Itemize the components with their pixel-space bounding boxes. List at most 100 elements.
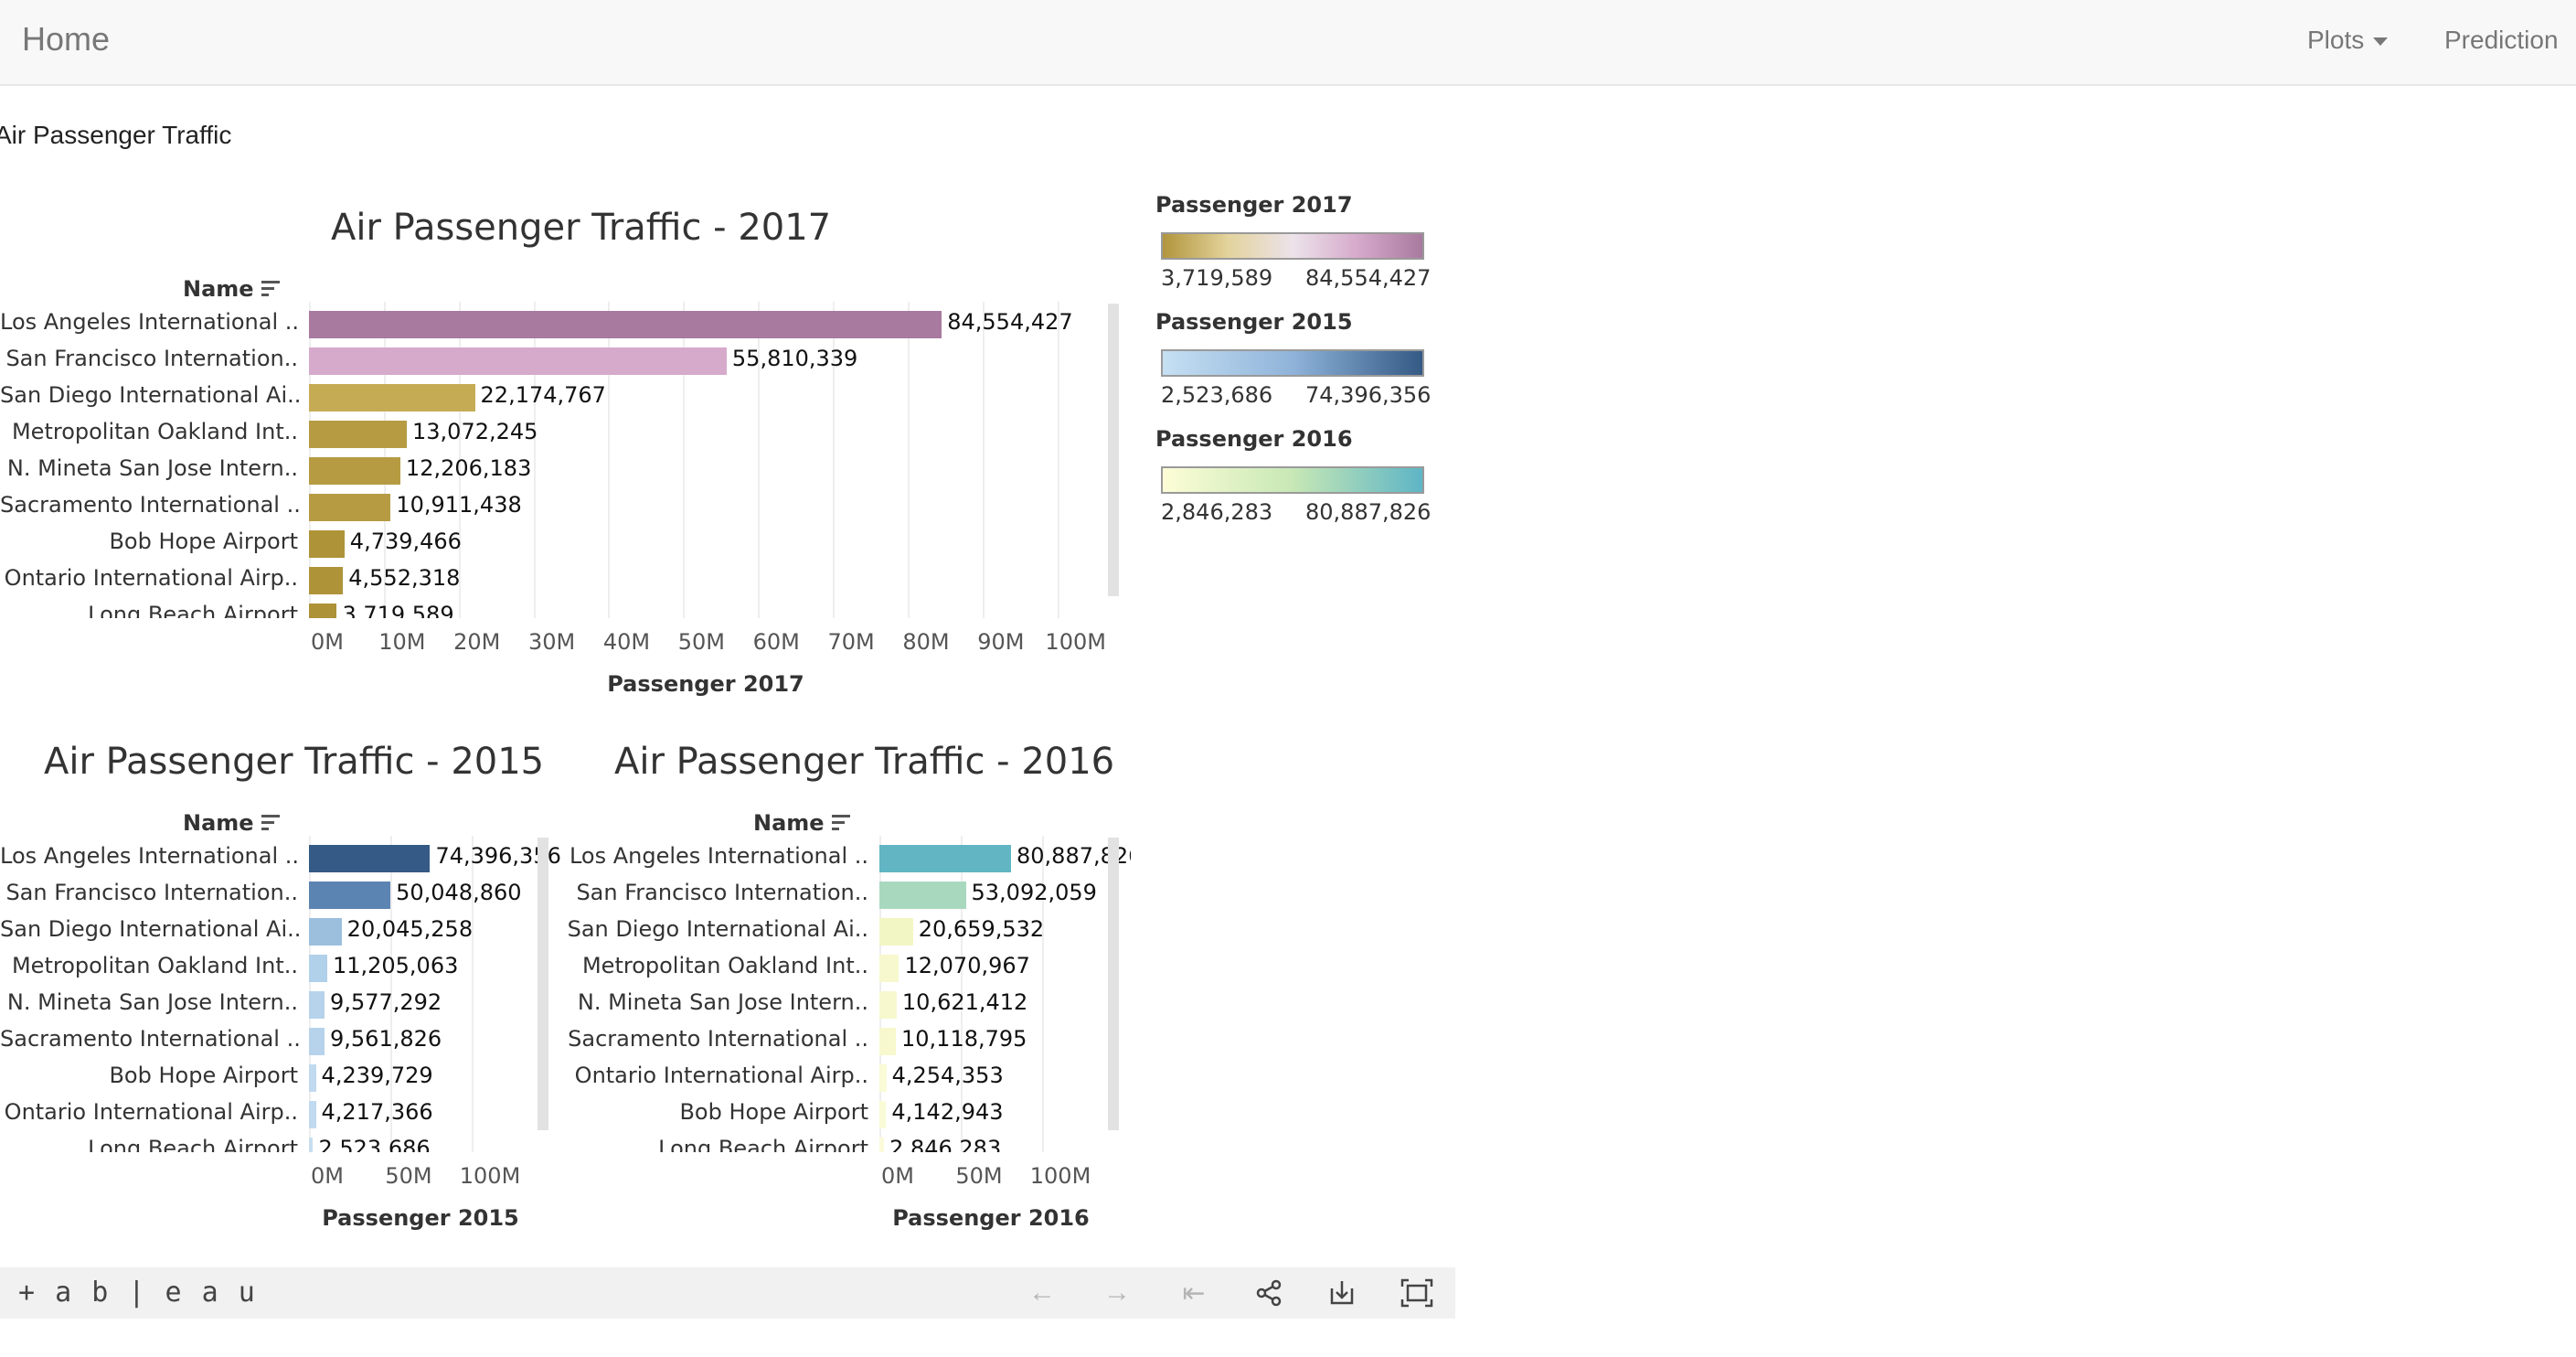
data-label: 2,846,283 (889, 1136, 1002, 1152)
x-axis-title: Passenger 2015 (322, 1205, 519, 1231)
category-label[interactable]: San Diego International Ai.. (0, 916, 868, 942)
data-label: 4,142,943 (891, 1099, 1004, 1125)
row-header[interactable]: Name (183, 810, 282, 837)
bar[interactable] (309, 604, 337, 618)
category-label[interactable]: N. Mineta San Jose Intern.. (0, 989, 868, 1015)
row-header[interactable]: Name (183, 276, 282, 303)
scrollbar[interactable] (1108, 304, 1119, 596)
page-heading: Air Passenger Traffic (0, 121, 232, 149)
arrow-right-icon[interactable]: → (1099, 1275, 1135, 1311)
revert-icon[interactable]: ⇤ (1176, 1275, 1212, 1311)
share-icon[interactable] (1251, 1275, 1287, 1311)
category-label[interactable]: Ontario International Airp.. (0, 1063, 868, 1088)
bar[interactable] (309, 384, 475, 411)
category-label[interactable]: Sacramento International .. (0, 492, 301, 518)
data-label: 12,070,967 (904, 953, 1030, 978)
download-icon[interactable] (1324, 1275, 1360, 1311)
legend-min: 3,719,589 (1161, 265, 1273, 291)
data-label: 13,072,245 (412, 419, 538, 444)
row-header-label: Name (183, 276, 254, 302)
row-header-label: Name (183, 810, 254, 836)
bar[interactable] (309, 494, 391, 521)
x-axis-title: Passenger 2017 (607, 671, 804, 697)
data-label: 20,659,532 (918, 916, 1045, 942)
x-tick-label: 0M (311, 1163, 344, 1189)
chart-title: Air Passenger Traffic - 2015 (44, 741, 545, 783)
bar[interactable] (879, 991, 897, 1019)
navbar: Home Plots Prediction (0, 0, 2576, 86)
chart-title: Air Passenger Traffic - 2016 (614, 741, 1115, 783)
category-label[interactable]: Los Angeles International .. (0, 309, 299, 335)
x-tick-label: 100M (1045, 629, 1106, 655)
nav-plots-label: Plots (2307, 26, 2365, 54)
category-label[interactable]: San Francisco Internation.. (0, 346, 298, 371)
data-label: 4,254,353 (891, 1063, 1004, 1088)
category-label[interactable]: Metropolitan Oakland Int.. (0, 953, 868, 978)
category-label[interactable]: Long Beach Airport (0, 1136, 868, 1152)
sort-icon[interactable] (261, 811, 282, 837)
row-header-label: Name (753, 810, 825, 836)
legend-title: Passenger 2015 (1155, 309, 1353, 335)
x-tick-label: 10M (378, 629, 426, 655)
bar[interactable] (879, 955, 899, 982)
category-label[interactable]: N. Mineta San Jose Intern.. (0, 455, 298, 481)
caret-down-icon (2373, 37, 2389, 47)
x-tick-label: 0M (311, 629, 344, 655)
category-label[interactable]: San Diego International Ai.. (0, 382, 301, 408)
bar[interactable] (309, 567, 344, 594)
category-label[interactable]: San Francisco Internation.. (0, 880, 868, 905)
data-label: 55,810,339 (731, 346, 858, 371)
category-label[interactable]: Ontario International Airp.. (0, 565, 298, 591)
data-label: 3,719,589 (342, 602, 454, 618)
bar[interactable] (879, 918, 913, 946)
x-tick-label: 50M (385, 1163, 432, 1189)
category-label[interactable]: Long Beach Airport (0, 602, 298, 618)
chart-title: Air Passenger Traffic - 2017 (331, 207, 832, 249)
sort-icon[interactable] (261, 277, 282, 303)
bar[interactable] (879, 1064, 887, 1092)
x-tick-label: 70M (827, 629, 875, 655)
bar[interactable] (309, 311, 942, 338)
x-tick-label: 40M (602, 629, 651, 655)
arrow-left-icon[interactable]: ← (1024, 1275, 1060, 1311)
bar[interactable] (879, 1101, 887, 1128)
legend-title: Passenger 2016 (1155, 426, 1353, 452)
x-tick-label: 100M (459, 1163, 521, 1189)
bar[interactable] (879, 1138, 885, 1152)
bar[interactable] (879, 1028, 896, 1055)
nav-plots-dropdown[interactable]: Plots (2307, 26, 2389, 55)
x-tick-label: 0M (881, 1163, 914, 1189)
nav-home-link[interactable]: Home (22, 20, 110, 59)
category-label[interactable]: Sacramento International .. (0, 1026, 868, 1052)
bar[interactable] (309, 347, 727, 375)
legend-min: 2,523,686 (1161, 382, 1273, 408)
category-label[interactable]: Bob Hope Airport (0, 1099, 868, 1125)
data-label: 4,552,318 (348, 565, 461, 591)
x-tick-label: 50M (677, 629, 725, 655)
fullscreen-icon[interactable] (1399, 1275, 1435, 1311)
data-label: 53,092,059 (971, 880, 1097, 905)
x-tick-label: 20M (453, 629, 501, 655)
scrollbar[interactable] (1108, 838, 1119, 1130)
chart-rows: Los Angeles International .. 84,554,427 Sa… (0, 302, 1146, 618)
nav-prediction-link[interactable]: Prediction (2444, 26, 2559, 55)
row-header[interactable]: Name (753, 810, 852, 837)
legend-max: 84,554,427 (1305, 265, 1432, 291)
legend-min: 2,846,283 (1161, 499, 1273, 525)
bar[interactable] (309, 421, 408, 448)
sort-icon[interactable] (831, 811, 852, 837)
legend-color-ramp (1161, 232, 1424, 260)
bar[interactable] (309, 530, 345, 558)
bar[interactable] (879, 882, 966, 909)
data-label: 84,554,427 (947, 309, 1073, 335)
category-label[interactable]: Los Angeles International .. (0, 843, 868, 869)
tableau-logo[interactable]: + a b | e a u (18, 1277, 257, 1309)
bar[interactable] (309, 457, 400, 485)
data-label: 4,739,466 (349, 529, 462, 554)
data-label: 10,118,795 (901, 1026, 1027, 1052)
x-tick-label: 60M (752, 629, 800, 655)
category-label[interactable]: Bob Hope Airport (0, 529, 298, 554)
category-label[interactable]: Metropolitan Oakland Int.. (0, 419, 298, 444)
x-axis-title: Passenger 2016 (892, 1205, 1090, 1231)
bar[interactable] (879, 845, 1011, 872)
